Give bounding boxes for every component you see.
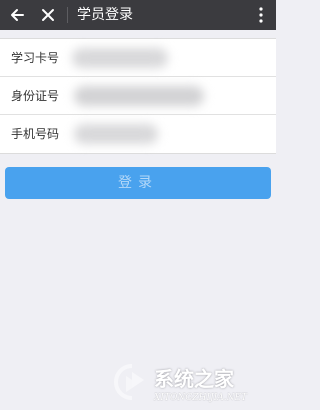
id-number-input[interactable] — [70, 84, 210, 108]
phone-number-row: 手机号码 — [0, 115, 276, 153]
login-form: 学习卡号 身份证号 手机号码 — [0, 38, 276, 154]
phone-number-input[interactable] — [70, 122, 210, 146]
title-divider — [67, 7, 68, 23]
close-icon[interactable] — [39, 6, 57, 24]
card-number-row: 学习卡号 — [0, 39, 276, 77]
title-bar: 学员登录 — [0, 0, 276, 30]
more-vertical-icon[interactable] — [257, 6, 265, 24]
watermark: 系统之家 XITONGZHIJIA.NET — [100, 360, 276, 410]
watermark-brand: 系统之家 — [154, 367, 234, 391]
card-number-input[interactable] — [70, 46, 210, 70]
back-arrow-icon[interactable] — [8, 6, 26, 24]
watermark-sub: XITONGZHIJIA.NET — [154, 393, 248, 403]
card-number-label: 学习卡号 — [11, 51, 60, 65]
login-button[interactable]: 登录 — [5, 167, 271, 199]
brand-logo-icon — [113, 364, 144, 400]
id-number-label: 身份证号 — [11, 89, 60, 103]
id-number-row: 身份证号 — [0, 77, 276, 115]
page-title: 学员登录 — [77, 7, 133, 23]
phone-number-label: 手机号码 — [11, 127, 60, 141]
